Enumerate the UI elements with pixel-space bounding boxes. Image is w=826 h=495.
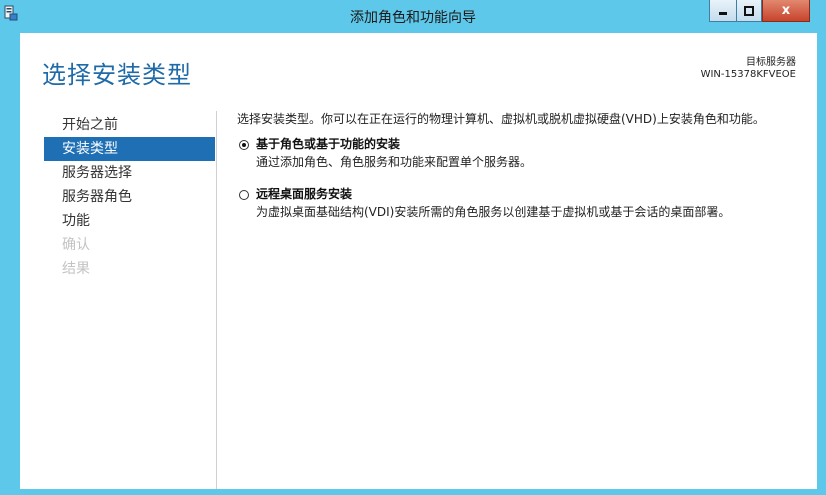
nav-step-results: 结果 xyxy=(62,261,90,277)
wizard-client-area: 选择安装类型 目标服务器 WIN-15378KFVEOE 开始之前 安装类型 服… xyxy=(20,33,817,495)
destination-server-label: 目标服务器 xyxy=(746,57,796,68)
wizard-steps-nav: 开始之前 安装类型 服务器选择 服务器角色 功能 确认 结果 xyxy=(44,113,215,281)
option-role-based-install[interactable]: 基于角色或基于功能的安装 通过添加角色、角色服务和功能来配置单个服务器。 xyxy=(237,135,807,175)
nav-step-features[interactable]: 功能 xyxy=(44,209,215,233)
wizard-window: 添加角色和功能向导 x 选择安装类型 目标服务器 WIN-15378KFVEOE… xyxy=(0,0,826,495)
nav-step-before-you-begin[interactable]: 开始之前 xyxy=(44,113,215,137)
destination-server-name: WIN-15378KFVEOE xyxy=(700,69,796,80)
minimize-button[interactable] xyxy=(709,0,736,22)
nav-divider xyxy=(216,111,217,495)
radio-button-unselected[interactable] xyxy=(239,190,249,200)
main-content: 选择安装类型。你可以在正在运行的物理计算机、虚拟机或脱机虚拟硬盘(VHD)上安装… xyxy=(237,109,807,225)
minimize-icon xyxy=(718,1,728,20)
option-title[interactable]: 基于角色或基于功能的安装 xyxy=(256,135,400,153)
option-title[interactable]: 远程桌面服务安装 xyxy=(256,185,352,203)
option-remote-desktop-install[interactable]: 远程桌面服务安装 为虚拟桌面基础结构(VDI)安装所需的角色服务以创建基于虚拟机… xyxy=(237,185,807,225)
option-description: 通过添加角色、角色服务和功能来配置单个服务器。 xyxy=(256,155,533,169)
intro-text: 选择安装类型。你可以在正在运行的物理计算机、虚拟机或脱机虚拟硬盘(VHD)上安装… xyxy=(237,112,765,126)
window-bottom-edge xyxy=(20,489,817,495)
close-button[interactable]: x xyxy=(762,0,810,22)
maximize-button[interactable] xyxy=(736,0,762,22)
maximize-icon xyxy=(744,1,754,20)
nav-step-installation-type[interactable]: 安装类型 xyxy=(44,137,215,161)
nav-step-confirmation: 确认 xyxy=(62,237,90,253)
radio-button-selected[interactable] xyxy=(239,140,249,150)
nav-step-server-roles[interactable]: 服务器角色 xyxy=(44,185,215,209)
option-description: 为虚拟桌面基础结构(VDI)安装所需的角色服务以创建基于虚拟机或基于会话的桌面部… xyxy=(256,205,731,219)
nav-step-server-selection[interactable]: 服务器选择 xyxy=(44,161,215,185)
title-bar[interactable]: 添加角色和功能向导 x xyxy=(0,0,826,33)
destination-server-info: 目标服务器 WIN-15378KFVEOE xyxy=(701,57,796,81)
page-title: 选择安装类型 xyxy=(42,61,192,89)
close-icon: x xyxy=(781,3,791,18)
window-title: 添加角色和功能向导 xyxy=(350,10,476,26)
